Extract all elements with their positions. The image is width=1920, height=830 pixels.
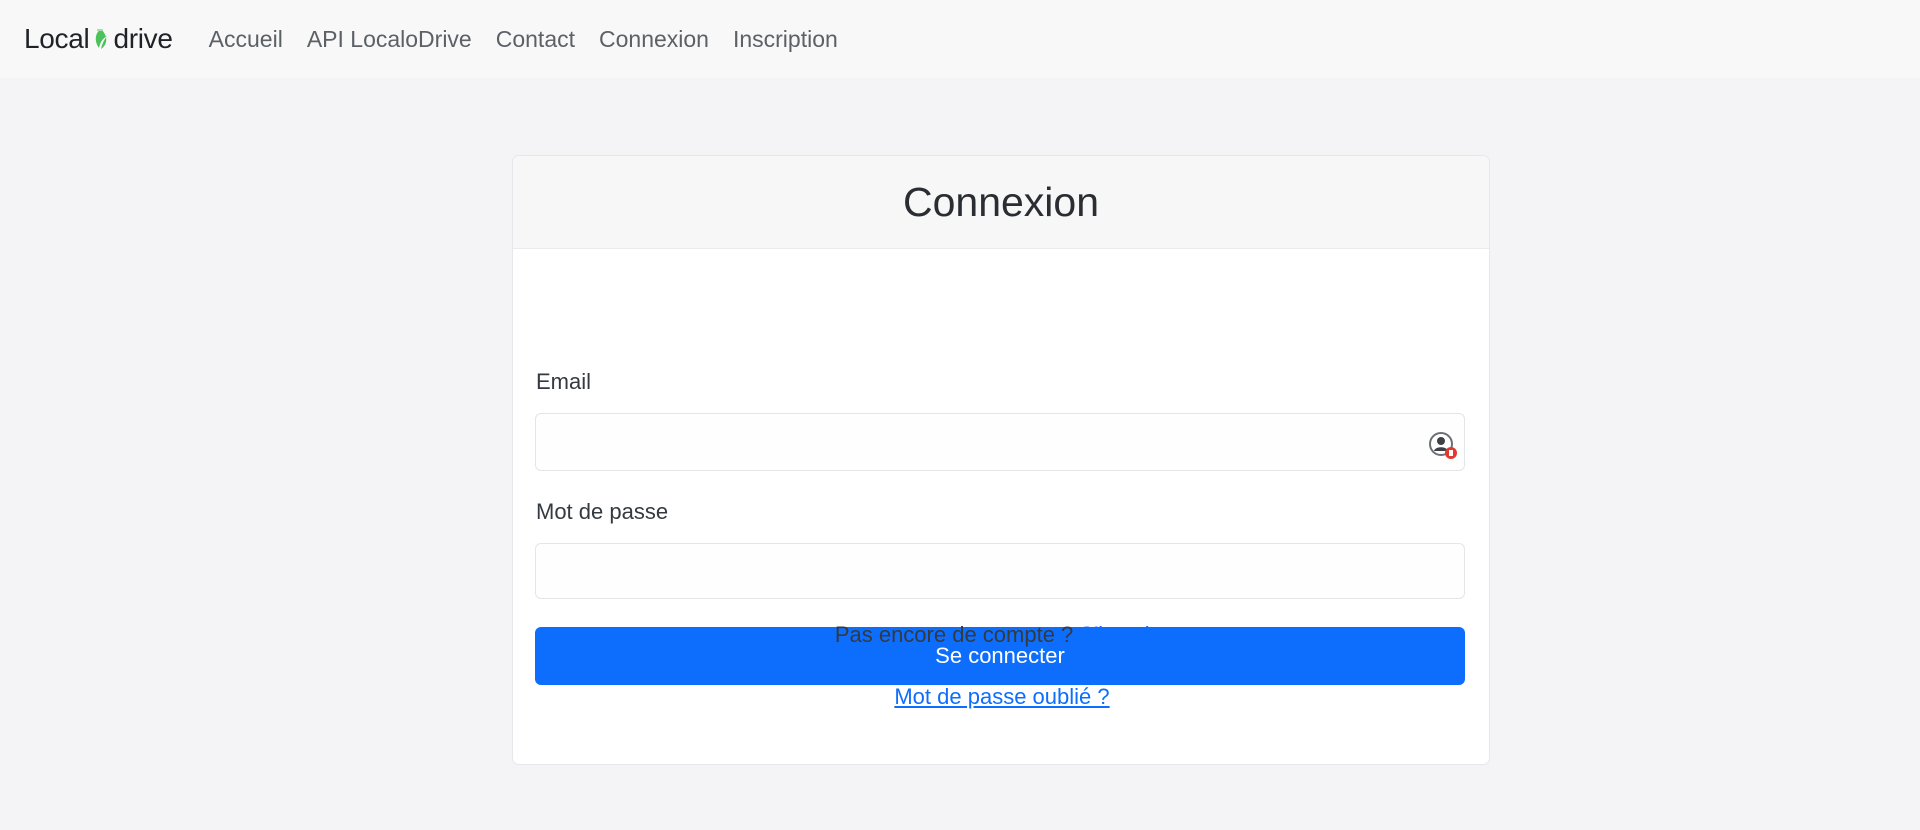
top-navbar: Local drive Accueil API LocaloDrive Cont…: [0, 0, 1920, 78]
nav-link-accueil[interactable]: Accueil: [209, 26, 283, 53]
forgot-password-link[interactable]: Mot de passe oublié ?: [894, 684, 1109, 709]
password-label: Mot de passe: [536, 499, 669, 524]
nav-link-connexion[interactable]: Connexion: [599, 26, 709, 53]
brand-suffix: drive: [113, 23, 173, 54]
password-manager-icon[interactable]: [1427, 429, 1459, 461]
login-card: Connexion Email Mot de passe Se connecte…: [512, 155, 1490, 765]
signup-link[interactable]: S'inscrire: [1079, 622, 1169, 647]
nav-link-inscription[interactable]: Inscription: [733, 26, 838, 53]
brand-logo[interactable]: Local drive: [24, 23, 173, 55]
password-field[interactable]: [535, 543, 1465, 599]
card-header: Connexion: [513, 156, 1489, 249]
nav-link-contact[interactable]: Contact: [496, 26, 575, 53]
forgot-password-line: Mot de passe oublié ?: [513, 684, 1489, 710]
page-title: Connexion: [902, 178, 1100, 225]
leaf-logo-icon: [90, 25, 112, 53]
nav-links: Accueil API LocaloDrive Contact Connexio…: [209, 26, 862, 53]
brand-prefix: Local: [24, 23, 90, 54]
email-label: Email: [536, 369, 592, 394]
nav-link-api[interactable]: API LocaloDrive: [307, 26, 472, 53]
signup-prompt-line: Pas encore de compte ? S'inscrire: [513, 622, 1489, 648]
email-field[interactable]: [535, 413, 1465, 471]
signup-prompt-text: Pas encore de compte ?: [834, 622, 1080, 647]
